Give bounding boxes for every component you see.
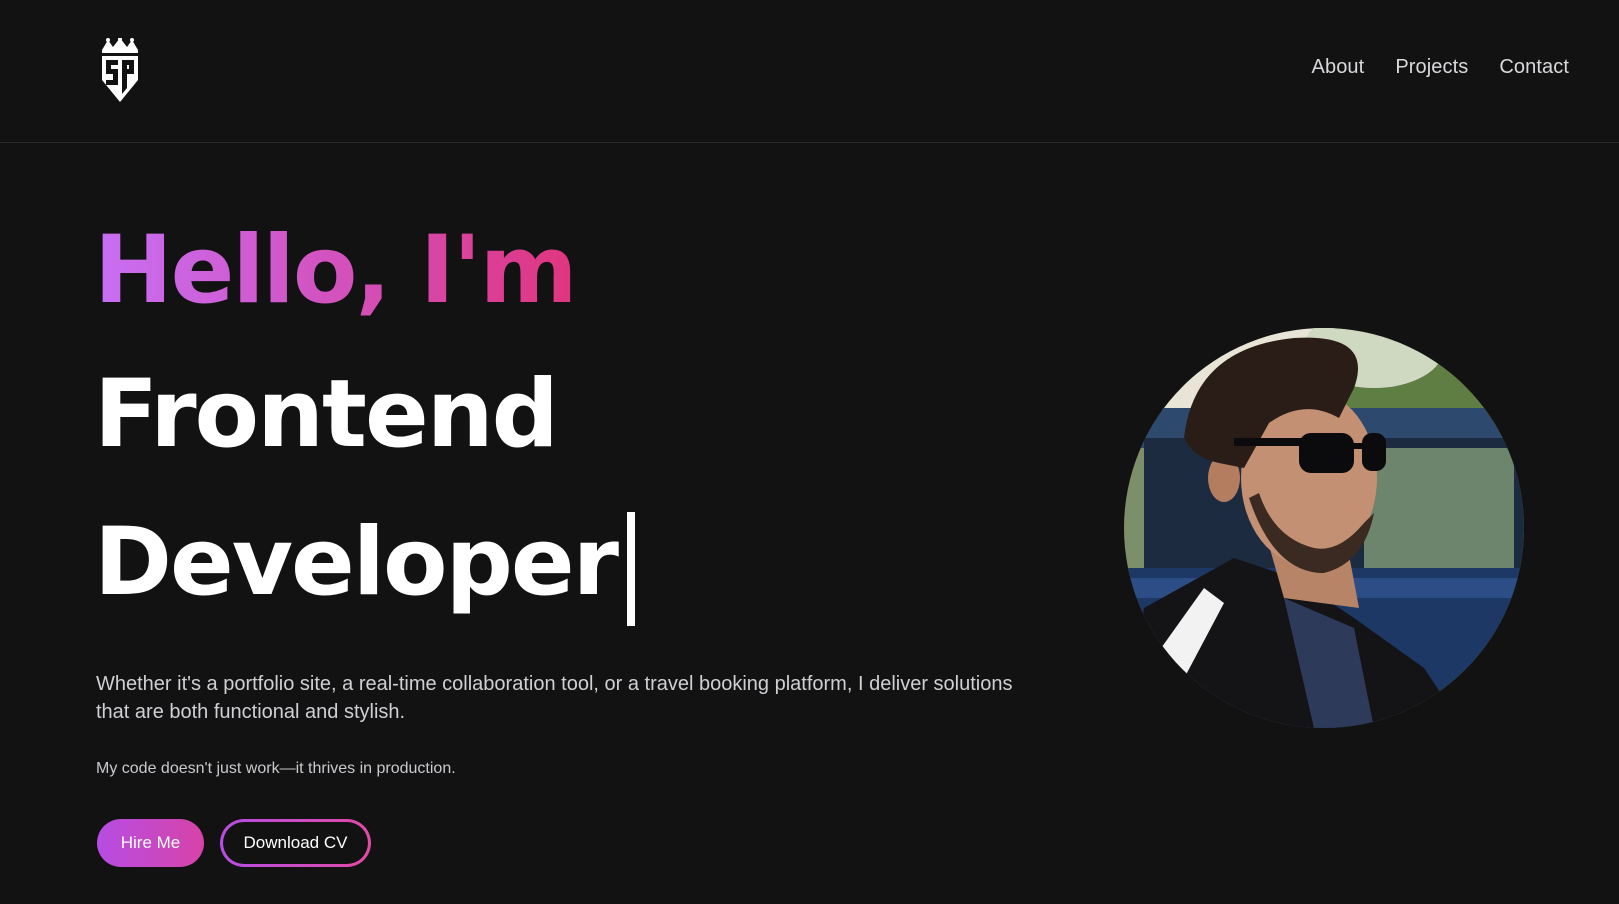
typing-caret bbox=[627, 512, 636, 626]
hire-me-button[interactable]: Hire Me bbox=[97, 819, 204, 867]
hero-greeting: Hello, I'm bbox=[94, 216, 578, 325]
hero-section: Hello, I'm Frontend Developer Whether it… bbox=[0, 144, 1619, 904]
nav-link-about[interactable]: About bbox=[1312, 56, 1365, 79]
hero-role-line-1: Frontend bbox=[94, 360, 559, 469]
nav-link-projects[interactable]: Projects bbox=[1395, 56, 1468, 79]
navbar: About Projects Contact bbox=[0, 0, 1619, 143]
profile-avatar bbox=[1124, 328, 1524, 728]
nav-links: About Projects Contact bbox=[1312, 56, 1569, 79]
nav-link-contact[interactable]: Contact bbox=[1499, 56, 1569, 79]
hero-role-line-2: Developer bbox=[94, 512, 636, 626]
sp-crown-logo-icon[interactable] bbox=[96, 37, 144, 104]
download-cv-button[interactable]: Download CV bbox=[220, 819, 371, 867]
hero-role-text: Developer bbox=[94, 508, 619, 617]
hero-description: Whether it's a portfolio site, a real-ti… bbox=[96, 673, 1013, 723]
hero-tagline: My code doesn't just work—it thrives in … bbox=[96, 760, 456, 777]
